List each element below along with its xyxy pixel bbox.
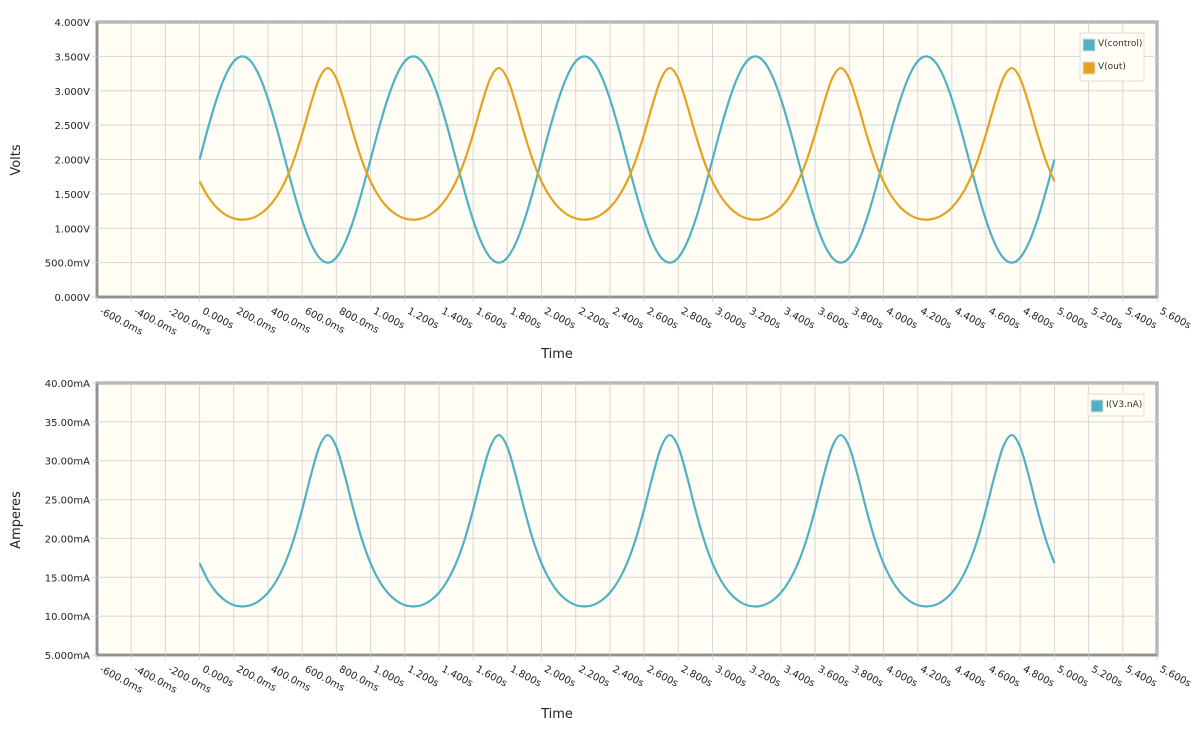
x-tick-label: 5.200s — [1089, 306, 1124, 332]
x-tick-label: 3.800s — [850, 664, 885, 690]
y-tick-label: 10.00mA — [45, 612, 90, 623]
x-tick-label: 1.800s — [508, 306, 543, 332]
y-tick-label: 1.000V — [55, 224, 91, 235]
x-tick-label: 3.600s — [816, 664, 851, 690]
x-tick-label: 5.400s — [1123, 306, 1158, 332]
x-tick-label: 3.600s — [816, 306, 851, 332]
y-tick-label: 20.00mA — [45, 534, 90, 545]
waveform-viewer: -600.0ms-400.0ms-200.0ms0.000s 200.0ms400… — [9, 18, 1193, 722]
x-tick-label: 2.200s — [576, 306, 611, 332]
x-tick-label: 2.000s — [542, 306, 577, 332]
x-tick-label: 4.200s — [918, 306, 953, 332]
x-tick-label: 4.400s — [952, 664, 987, 690]
legend: I(V3.nA) — [1087, 393, 1145, 417]
chart-current: -600.0ms-400.0ms-200.0ms0.000s 200.0ms400… — [9, 379, 1193, 722]
x-tick-label: 1.400s — [440, 306, 475, 332]
legend-label: V(out) — [1098, 62, 1126, 72]
x-tick-label: 5.600s — [1158, 306, 1193, 332]
y-tick-label: 1.500V — [55, 190, 91, 201]
y-tick-label: 25.00mA — [45, 496, 90, 507]
x-tick-label: 4.800s — [1021, 664, 1056, 690]
legend-label: V(control) — [1098, 39, 1142, 49]
y-tick-label: 5.000mA — [45, 651, 90, 662]
x-tick-label: 4.600s — [987, 306, 1022, 332]
x-tick-label: 5.400s — [1123, 664, 1158, 690]
y-tick-label: 2.500V — [55, 121, 91, 132]
chart-voltage: -600.0ms-400.0ms-200.0ms0.000s 200.0ms400… — [9, 18, 1193, 362]
x-axis-title: Time — [540, 707, 573, 722]
x-tick-label: 1.800s — [508, 664, 543, 690]
x-tick-label: 1.200s — [405, 306, 440, 332]
x-tick-label: 4.400s — [952, 306, 987, 332]
y-tick-label: 15.00mA — [45, 573, 90, 584]
legend: V(control) V(out) — [1079, 32, 1145, 82]
y-tick-label: 3.000V — [55, 87, 91, 98]
y-tick-label: 2.000V — [55, 156, 91, 167]
x-tick-label: 2.800s — [679, 664, 714, 690]
legend-swatch — [1082, 38, 1096, 52]
y-tick-label: 30.00mA — [45, 457, 90, 468]
x-tick-label: 2.200s — [576, 664, 611, 690]
y-axis-title: Volts — [9, 144, 24, 176]
x-tick-label: 3.000s — [713, 664, 748, 690]
x-tick-label: 3.400s — [781, 664, 816, 690]
x-tick-label: 1.600s — [474, 664, 509, 690]
x-tick-label: 2.600s — [645, 664, 680, 690]
x-tick-label: 5.200s — [1089, 664, 1124, 690]
x-tick-label: 3.000s — [713, 306, 748, 332]
x-tick-label: 4.800s — [1021, 306, 1056, 332]
x-tick-label: 4.200s — [918, 664, 953, 690]
x-axis-title: Time — [540, 347, 573, 362]
x-tick-label: 4.600s — [987, 664, 1022, 690]
x-tick-label: 4.000s — [884, 664, 919, 690]
y-tick-label: 4.000V — [55, 18, 91, 29]
y-axis-title: Amperes — [9, 491, 24, 549]
y-tick-label: 0.000V — [55, 293, 91, 304]
x-tick-label: 5.600s — [1158, 664, 1193, 690]
y-tick-label: 3.500V — [55, 52, 91, 63]
y-tick-label: 35.00mA — [45, 418, 90, 429]
x-tick-label: 2.400s — [610, 664, 645, 690]
x-tick-label: 2.800s — [679, 306, 714, 332]
x-tick-label: 2.600s — [645, 306, 680, 332]
plot-area — [95, 381, 1159, 657]
x-tick-label: 3.200s — [747, 306, 782, 332]
legend-swatch — [1082, 61, 1096, 75]
x-tick-label: 1.400s — [440, 664, 475, 690]
y-tick-label: 40.00mA — [45, 379, 90, 390]
legend-swatch — [1090, 399, 1104, 413]
x-tick-label: 1.600s — [474, 306, 509, 332]
x-tick-label: 2.400s — [610, 306, 645, 332]
y-tick-label: 500.0mV — [45, 259, 90, 270]
x-tick-label: 3.800s — [850, 306, 885, 332]
x-tick-label: 1.200s — [405, 664, 440, 690]
x-tick-label: 3.400s — [781, 306, 816, 332]
x-tick-label: 5.000s — [1055, 664, 1090, 690]
x-tick-label: 4.000s — [884, 306, 919, 332]
x-tick-label: 2.000s — [542, 664, 577, 690]
x-tick-label: 5.000s — [1055, 306, 1090, 332]
legend-label: I(V3.nA) — [1106, 400, 1142, 410]
x-tick-label: 3.200s — [747, 664, 782, 690]
